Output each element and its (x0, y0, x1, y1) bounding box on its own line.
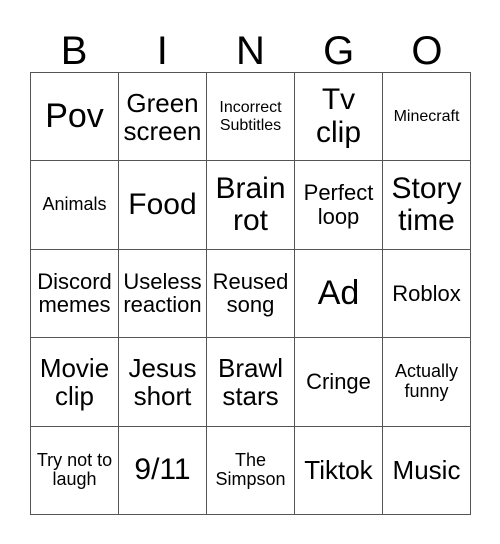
bingo-cell-label: Useless reaction (123, 268, 202, 318)
bingo-cell-i1[interactable]: Green screen (119, 73, 207, 162)
bingo-cell-label: Brawl stars (217, 352, 283, 411)
bingo-cell-b4[interactable]: Movie clip (31, 338, 119, 427)
bingo-cell-label: Incorrect Subtitles (219, 99, 282, 134)
bingo-cell-label: Food (128, 187, 197, 221)
bingo-card: B I N G O Pov Green screen Incorrect Sub… (0, 0, 500, 544)
bingo-cell-label: Cringe (306, 369, 371, 395)
bingo-header-letter-o: O (411, 29, 443, 73)
bingo-cell-n1[interactable]: Incorrect Subtitles (207, 73, 295, 162)
bingo-cell-label: The Simpson (215, 449, 286, 490)
bingo-cell-label: Pov (45, 97, 104, 136)
bingo-cell-label: Roblox (392, 280, 461, 306)
bingo-cell-label: Reused song (212, 268, 289, 318)
bingo-cell-n2[interactable]: Brain rot (207, 161, 295, 250)
bingo-cell-label: Green screen (123, 87, 202, 146)
bingo-cell-b1[interactable]: Pov (31, 73, 119, 162)
bingo-cell-label: Ad (317, 274, 360, 313)
bingo-cell-g2[interactable]: Perfect loop (295, 161, 383, 250)
bingo-cell-label: Try not to laugh (36, 449, 113, 490)
bingo-cell-o3[interactable]: Roblox (383, 249, 471, 339)
bingo-cell-i3[interactable]: Useless reaction (119, 249, 207, 339)
bingo-cell-g5[interactable]: Tiktok (295, 426, 383, 515)
bingo-cell-o2[interactable]: Story time (383, 161, 471, 250)
bingo-cell-label: Discord memes (37, 268, 112, 318)
bingo-grid: Pov Green screen Incorrect Subtitles Tv … (30, 72, 471, 515)
bingo-header-letter-b: B (60, 29, 88, 73)
bingo-cell-g4[interactable]: Cringe (295, 338, 383, 427)
bingo-cell-i5[interactable]: 9/11 (119, 426, 207, 515)
bingo-cell-label: Actually funny (394, 361, 459, 401)
bingo-cell-label: 9/11 (134, 453, 191, 487)
bingo-cell-o4[interactable]: Actually funny (383, 338, 471, 427)
bingo-header-letter-g: G (323, 29, 355, 73)
bingo-cell-label: Movie clip (39, 352, 110, 411)
bingo-cell-label: Tiktok (304, 455, 373, 486)
bingo-cell-label: Animals (42, 194, 107, 215)
bingo-cell-b5[interactable]: Try not to laugh (31, 426, 119, 515)
bingo-cell-label: Brain rot (215, 171, 286, 238)
bingo-cell-label: Music (392, 455, 461, 486)
bingo-cell-b2[interactable]: Animals (31, 161, 119, 250)
bingo-cell-label: Jesus short (128, 352, 197, 411)
bingo-cell-n5[interactable]: The Simpson (207, 426, 295, 515)
bingo-cell-n3[interactable]: Reused song (207, 249, 295, 339)
bingo-cell-i4[interactable]: Jesus short (119, 338, 207, 427)
bingo-cell-i2[interactable]: Food (119, 161, 207, 250)
bingo-header-letter-i: I (156, 29, 168, 73)
bingo-header-letter-n: N (236, 29, 265, 73)
bingo-cell-g3[interactable]: Ad (295, 249, 383, 339)
bingo-header-row: B I N G O (30, 22, 471, 72)
bingo-cell-label: Perfect loop (303, 180, 374, 230)
bingo-cell-o5[interactable]: Music (383, 426, 471, 515)
bingo-cell-label: Minecraft (393, 108, 460, 126)
bingo-cell-label: Story time (391, 171, 462, 238)
bingo-cell-g1[interactable]: Tv clip (295, 73, 383, 162)
bingo-cell-n4[interactable]: Brawl stars (207, 338, 295, 427)
bingo-cell-label: Tv clip (315, 83, 361, 149)
bingo-cell-b3[interactable]: Discord memes (31, 249, 119, 339)
bingo-cell-o1[interactable]: Minecraft (383, 73, 471, 162)
